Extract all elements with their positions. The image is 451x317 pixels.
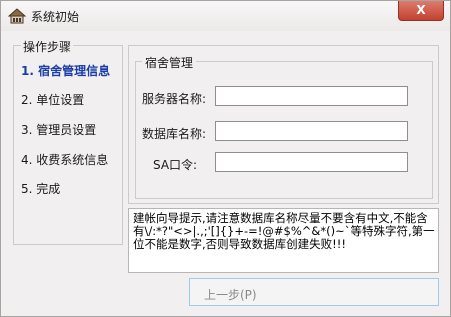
prev-step-label: 上一步(P) xyxy=(204,288,257,302)
sa-password-input[interactable] xyxy=(215,152,408,172)
dialog-window: 系统初始 X 操作步骤 1. 宿舍管理信息 2. 单位设置 3. 管理员设置 4… xyxy=(0,0,451,317)
database-name-label: 数据库名称: xyxy=(142,127,207,141)
step-item-3: 3. 管理员设置 xyxy=(21,123,97,137)
title-bar[interactable]: 系统初始 X xyxy=(1,1,450,31)
server-name-label: 服务器名称: xyxy=(142,92,207,106)
step-item-1: 1. 宿舍管理信息 xyxy=(21,64,111,78)
step-item-5: 5. 完成 xyxy=(21,182,61,196)
prev-step-button[interactable]: 上一步(P) xyxy=(189,278,439,306)
hint-text: 建帐向导提示,请注意数据库名称尽量不要含有中文,不能含有\/:*?"<>|.,;… xyxy=(128,208,439,273)
close-button[interactable]: X xyxy=(398,1,444,21)
step-item-4: 4. 收费系统信息 xyxy=(21,153,109,167)
window-title: 系统初始 xyxy=(31,10,80,24)
house-icon xyxy=(8,8,26,24)
steps-legend: 操作步骤 xyxy=(21,38,74,55)
sa-password-label: SA口令: xyxy=(153,158,198,172)
server-name-input[interactable] xyxy=(215,86,408,106)
step-item-2: 2. 单位设置 xyxy=(21,93,85,107)
database-name-input[interactable] xyxy=(215,121,408,141)
dorm-legend: 宿舍管理 xyxy=(142,54,197,71)
